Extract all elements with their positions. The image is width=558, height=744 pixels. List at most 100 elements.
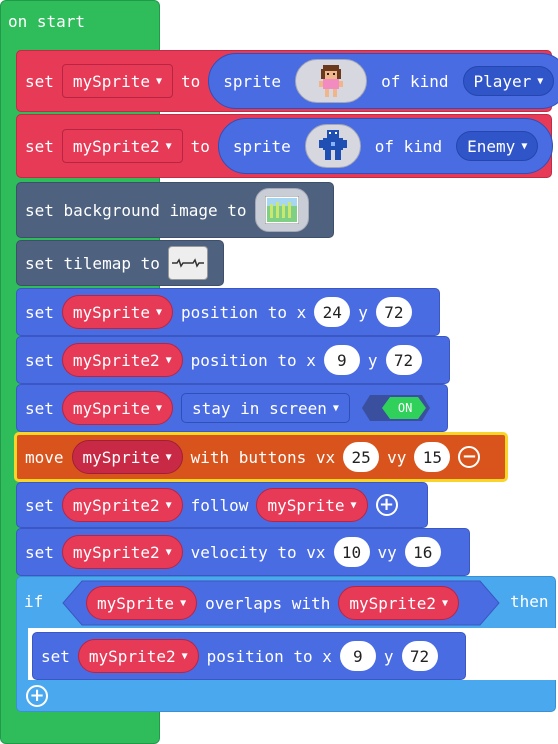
vy-input[interactable]: 16	[404, 537, 441, 567]
set-mysprite2-block[interactable]: set mySprite2 ▼ to sprite of kind Enemy …	[16, 114, 554, 178]
chevron-down-icon: ▼	[537, 75, 544, 87]
variable-dropdown[interactable]: mySprite2 ▼	[61, 488, 183, 522]
set-position-block[interactable]: set mySprite ▼ position to x 24 y 72	[16, 288, 440, 336]
variable-name: mySprite2	[72, 542, 160, 562]
set-velocity-block[interactable]: set mySprite2 ▼ velocity to vx 10 vy 16	[16, 528, 470, 576]
kind-value: Player	[473, 71, 532, 91]
set-tilemap-block[interactable]: set tilemap to	[16, 240, 224, 286]
chevron-down-icon: ▼	[155, 75, 162, 87]
move-keyword: move	[25, 447, 64, 467]
chevron-down-icon: ▼	[165, 499, 172, 511]
chevron-down-icon: ▼	[165, 546, 172, 558]
set-keyword: set	[25, 398, 54, 418]
set-stay-in-screen-block[interactable]: set mySprite ▼ stay in screen ▼ ON	[16, 384, 448, 432]
variable-dropdown[interactable]: mySprite2 ▼	[77, 639, 199, 673]
chevron-down-icon: ▼	[181, 650, 188, 662]
tilemap-icon[interactable]	[167, 246, 208, 280]
variable-dropdown[interactable]: mySprite ▼	[61, 391, 173, 425]
on-off-toggle[interactable]: ON	[360, 393, 446, 423]
vx-input[interactable]: 10	[333, 537, 370, 567]
then-keyword: then	[510, 592, 549, 611]
block-label: position to x	[190, 350, 316, 370]
of-kind-keyword: of kind	[374, 136, 443, 156]
chevron-down-icon: ▼	[332, 402, 339, 414]
set-mysprite-block[interactable]: set mySprite ▼ to sprite of kind Player …	[16, 50, 558, 112]
variable-name: mySprite2	[72, 350, 160, 370]
variable-dropdown[interactable]: mySprite ▼	[61, 295, 173, 329]
x-input[interactable]: 9	[339, 641, 376, 671]
y-label: y	[358, 302, 368, 322]
sprite-keyword: sprite	[232, 136, 291, 156]
y-label: y	[383, 646, 394, 666]
variable-name: mySprite	[82, 447, 160, 467]
set-keyword: set	[25, 136, 54, 156]
kind-dropdown[interactable]: Enemy ▼	[456, 131, 539, 161]
chevron-down-icon: ▼	[350, 499, 357, 511]
set-keyword: set	[25, 542, 54, 562]
sprite-a-dropdown[interactable]: mySprite ▼	[86, 586, 198, 620]
chevron-down-icon: ▼	[165, 354, 172, 366]
if-keyword: if	[24, 592, 44, 611]
variable-dropdown[interactable]: mySprite2 ▼	[61, 129, 183, 163]
chevron-down-icon: ▼	[155, 402, 162, 414]
y-input[interactable]: 72	[385, 345, 422, 375]
property-dropdown[interactable]: stay in screen ▼	[181, 393, 350, 423]
vx-input[interactable]: 25	[343, 442, 380, 472]
toggle-switch-icon	[361, 395, 430, 421]
set-keyword: set	[25, 71, 54, 91]
variable-dropdown[interactable]: mySprite ▼	[71, 440, 183, 474]
chevron-down-icon: ▼	[180, 597, 187, 609]
of-kind-keyword: of kind	[381, 71, 449, 91]
set-keyword: set	[41, 646, 70, 666]
target-dropdown[interactable]: mySprite ▼	[256, 488, 368, 522]
create-sprite-reporter[interactable]: sprite of kind Player ▼	[208, 53, 558, 109]
enemy-sprite-icon[interactable]	[304, 124, 361, 168]
add-icon[interactable]: +	[26, 685, 48, 707]
set-follow-block[interactable]: set mySprite2 ▼ follow mySprite ▼ +	[16, 482, 428, 528]
set-background-image-block[interactable]: set background image to	[16, 182, 334, 238]
block-label: with buttons vx	[190, 447, 336, 467]
move-with-buttons-block[interactable]: move mySprite ▼ with buttons vx 25 vy 15…	[14, 432, 508, 482]
set-keyword: set	[25, 302, 54, 322]
create-sprite-reporter[interactable]: sprite of kind Enemy ▼	[217, 118, 554, 174]
set-keyword: set	[25, 495, 54, 515]
background-image-icon[interactable]	[254, 188, 309, 232]
chevron-down-icon: ▼	[521, 140, 528, 152]
variable-dropdown[interactable]: mySprite2 ▼	[61, 535, 183, 569]
sprite-keyword: sprite	[223, 71, 282, 91]
set-keyword: set	[25, 350, 54, 370]
add-icon[interactable]: +	[375, 494, 398, 516]
overlaps-condition[interactable]: mySprite ▼ overlaps with mySprite2 ▼	[62, 580, 500, 626]
sprite-a-name: mySprite	[97, 593, 175, 613]
y-input[interactable]: 72	[375, 297, 412, 327]
block-label: set background image to	[25, 200, 247, 220]
sprite-b-name: mySprite2	[349, 593, 437, 613]
to-keyword: to	[190, 136, 210, 156]
y-label: y	[367, 350, 378, 370]
x-input[interactable]: 9	[323, 345, 360, 375]
vy-label: vy	[387, 447, 407, 467]
chevron-down-icon: ▼	[442, 597, 449, 609]
kind-dropdown[interactable]: Player ▼	[462, 66, 555, 96]
block-label: position to x	[206, 646, 332, 666]
block-label: set tilemap to	[25, 253, 160, 273]
chevron-down-icon: ▼	[165, 451, 172, 463]
variable-name: mySprite	[72, 398, 150, 418]
set-position-block[interactable]: set mySprite2 ▼ position to x 9 y 72	[16, 336, 450, 384]
remove-icon[interactable]: −	[458, 446, 481, 468]
on-start-label: on start	[8, 12, 86, 31]
sprite-b-dropdown[interactable]: mySprite2 ▼	[338, 586, 460, 620]
variable-dropdown[interactable]: mySprite ▼	[61, 64, 173, 98]
variable-name: mySprite	[72, 71, 150, 91]
set-position-block[interactable]: set mySprite2 ▼ position to x 9 y 72	[32, 632, 466, 680]
property-name: stay in screen	[192, 398, 327, 418]
variable-name: mySprite2	[72, 136, 160, 156]
block-label: position to x	[181, 302, 307, 322]
x-input[interactable]: 24	[314, 297, 351, 327]
y-input[interactable]: 72	[401, 641, 438, 671]
vy-input[interactable]: 15	[414, 442, 451, 472]
variable-name: mySprite2	[88, 646, 176, 666]
variable-dropdown[interactable]: mySprite2 ▼	[61, 343, 183, 377]
overlaps-keyword: overlaps with	[205, 593, 331, 613]
player-sprite-icon[interactable]	[295, 59, 368, 103]
